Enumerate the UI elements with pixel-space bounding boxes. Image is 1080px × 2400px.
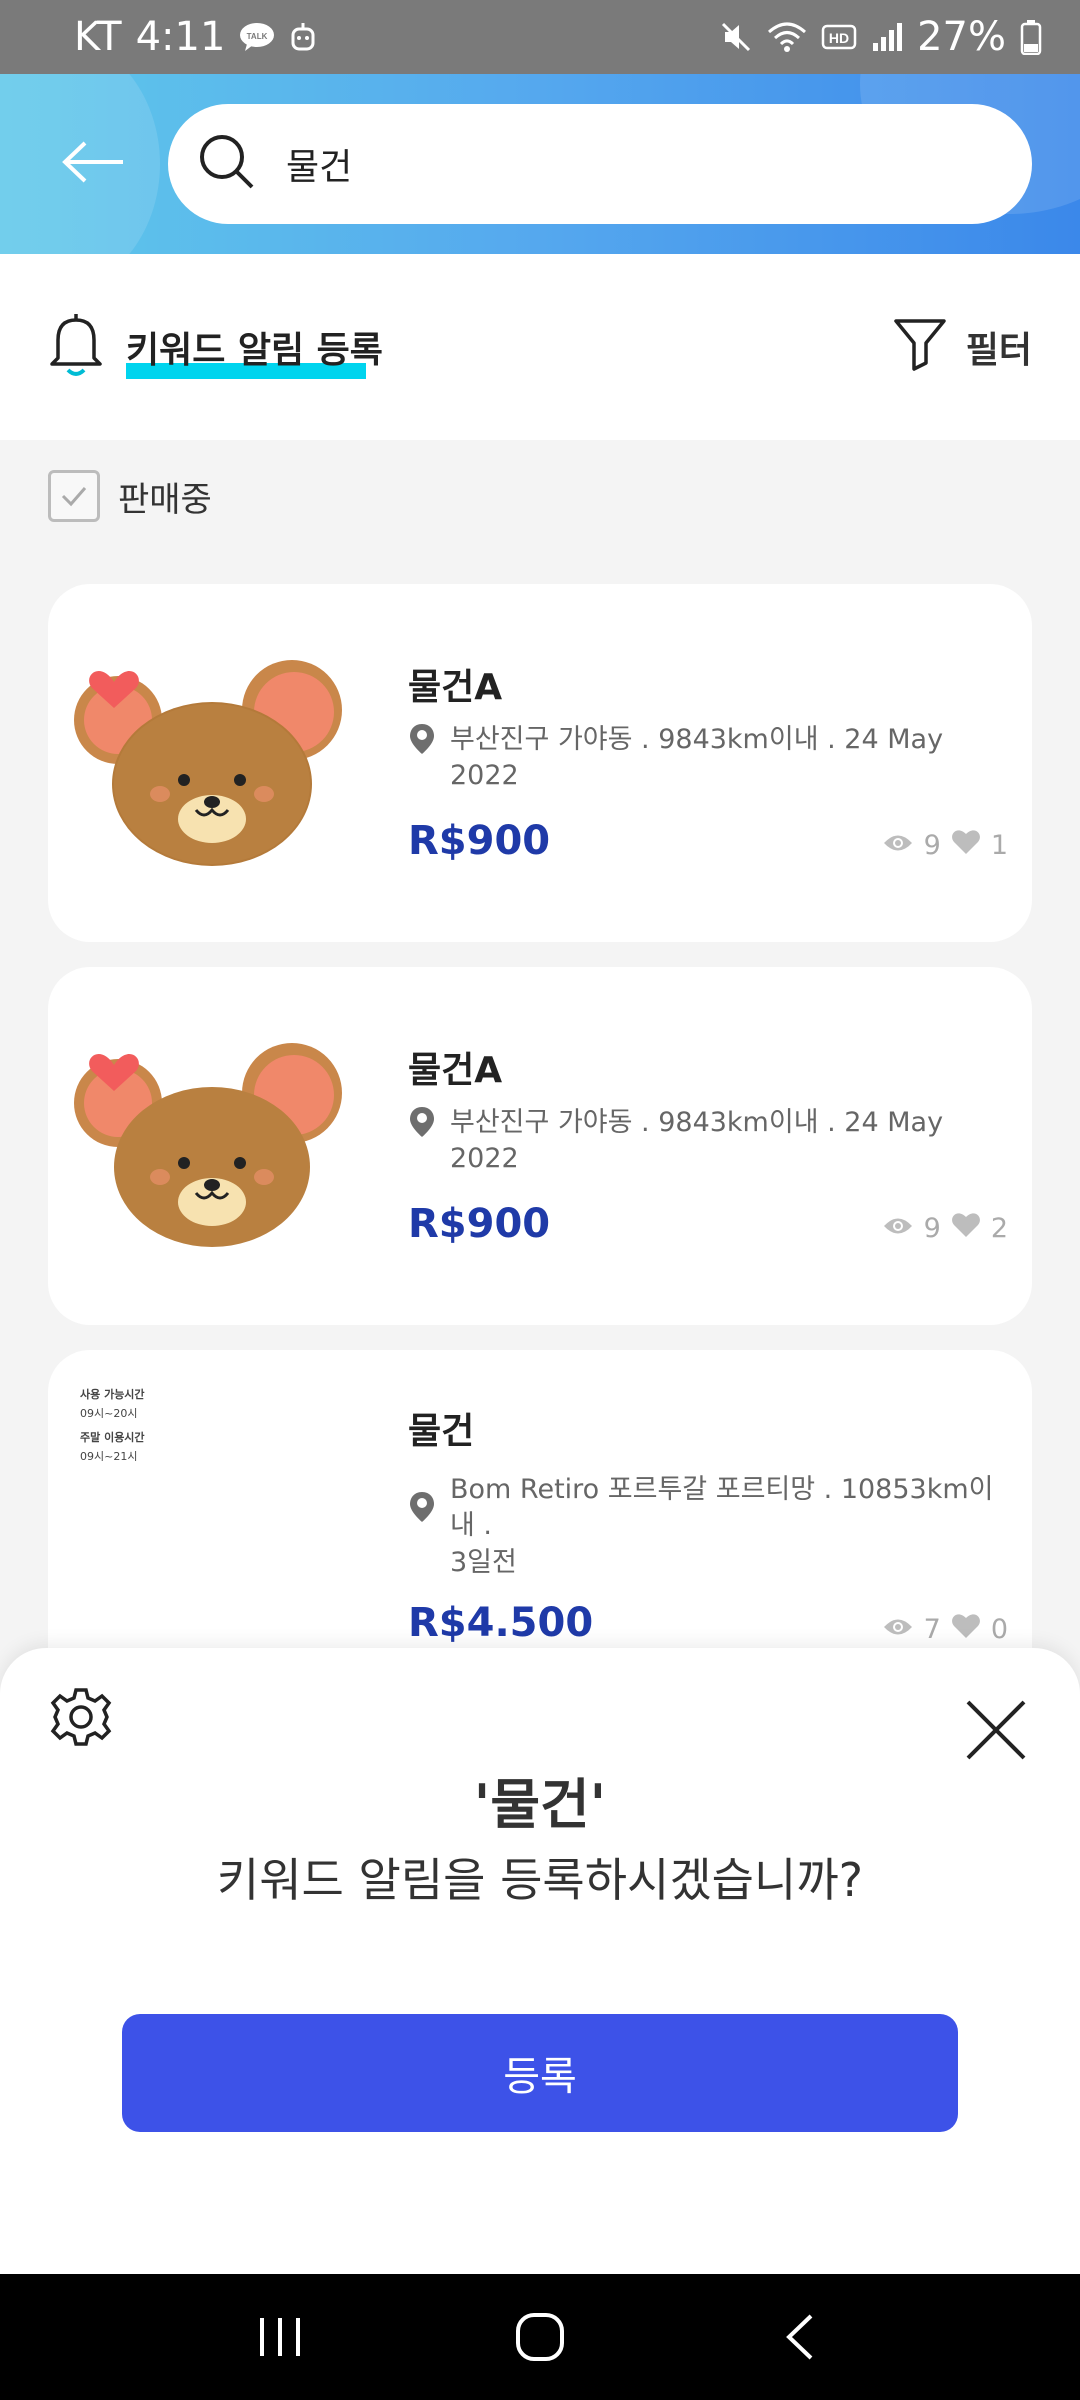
- filter-button[interactable]: 필터: [892, 315, 1032, 380]
- clock-text: 4:11: [135, 14, 226, 60]
- listing-location: Bom Retiro 포르투갈 포르티망 . 10853km이내 . 3일전: [408, 1472, 1008, 1581]
- search-icon: [196, 131, 258, 197]
- heart-icon: [951, 828, 981, 863]
- listing-location-text: 부산진구 가야동 . 9843km이내 . 24 May 2022: [450, 1107, 944, 1175]
- bell-icon[interactable]: [48, 312, 104, 382]
- hd-icon: HD: [821, 22, 857, 52]
- keyword-alert-sheet: '물건' 키워드 알림을 등록하시겠습니까? 등록: [0, 1648, 1080, 2274]
- location-pin-icon: [408, 1490, 436, 1534]
- register-button[interactable]: 등록: [122, 2014, 958, 2132]
- carrier-text: KT: [74, 14, 122, 60]
- listing-location-text: Bom Retiro 포르투갈 포르티망 . 10853km이내 .: [450, 1474, 994, 1542]
- wifi-icon: [767, 20, 807, 54]
- battery-percent: 27%: [917, 14, 1006, 60]
- sheet-keyword: '물건': [473, 1773, 607, 1836]
- on-sale-filter[interactable]: 판매중: [48, 470, 212, 522]
- close-icon: [966, 1700, 1026, 1760]
- check-icon: [61, 487, 87, 507]
- location-pin-icon: [408, 1105, 436, 1149]
- view-count: 9: [923, 1213, 941, 1244]
- battery-icon: [1020, 19, 1042, 55]
- listing-title: 물건A: [408, 1050, 503, 1091]
- signal-icon: [871, 21, 903, 53]
- on-sale-checkbox[interactable]: [48, 470, 100, 522]
- listing-card[interactable]: 물건A 부산진구 가야동 . 9843km이내 . 24 May 2022 R$…: [48, 584, 1032, 942]
- like-count: 1: [990, 830, 1008, 861]
- notice-text: 09시~21시: [80, 1450, 138, 1464]
- heart-icon: [951, 1612, 981, 1647]
- close-button[interactable]: [960, 1694, 1032, 1766]
- arrow-left-icon: [62, 141, 123, 183]
- listing-stats: 9 1: [882, 828, 1008, 863]
- listing-price: R$900: [408, 1201, 551, 1247]
- listing-title: 물건A: [408, 667, 503, 708]
- chevron-left-icon: [786, 2314, 813, 2360]
- keyword-alert-label: 키워드 알림 등록: [126, 330, 383, 371]
- back-nav-button[interactable]: [755, 2302, 845, 2372]
- listing-location: 부산진구 가야동 . 9843km이내 . 24 May 2022: [408, 722, 1008, 795]
- listing-card[interactable]: 물건A 부산진구 가야동 . 9843km이내 . 24 May 2022 R$…: [48, 967, 1032, 1325]
- listing-location-text: 부산진구 가야동 . 9843km이내 . 24 May 2022: [450, 724, 944, 792]
- like-count: 0: [990, 1614, 1008, 1645]
- svg-text:HD: HD: [829, 30, 849, 46]
- gear-icon: [50, 1688, 112, 1746]
- notice-text: 사용 가능시간: [80, 1388, 145, 1401]
- bear-image: [72, 634, 352, 874]
- home-icon: [516, 2313, 564, 2361]
- listing-price: R$900: [408, 818, 551, 864]
- mute-icon: [719, 20, 753, 54]
- notice-image: 사용 가능시간 09시~20시 주말 이용시간 09시~21시: [80, 1386, 280, 1467]
- like-count: 2: [990, 1213, 1008, 1244]
- bear-image: [72, 1017, 352, 1257]
- notice-text: 09시~20시: [80, 1406, 138, 1420]
- eye-icon: [882, 830, 914, 861]
- eye-icon: [882, 1614, 914, 1645]
- eye-icon: [882, 1213, 914, 1244]
- view-count: 7: [923, 1614, 941, 1645]
- settings-button[interactable]: [48, 1684, 114, 1750]
- system-navigation-bar: [0, 2274, 1080, 2400]
- status-bar: KT 4:11 TALK HD 27%: [0, 0, 1080, 74]
- location-pin-icon: [408, 722, 436, 766]
- search-query: 물건: [286, 147, 353, 188]
- filter-icon: [892, 315, 948, 380]
- listing-price: R$4.500: [408, 1600, 594, 1646]
- notice-text: 주말 이용시간: [80, 1431, 145, 1445]
- keyword-alert-button[interactable]: 키워드 알림 등록: [126, 321, 383, 379]
- recent-apps-button[interactable]: [235, 2302, 325, 2372]
- home-button[interactable]: [495, 2302, 585, 2372]
- search-input[interactable]: 물건: [168, 104, 1032, 224]
- back-button[interactable]: [54, 122, 134, 202]
- view-count: 9: [923, 830, 941, 861]
- kakaotalk-icon: TALK: [239, 22, 275, 52]
- recent-apps-icon: [260, 2318, 300, 2356]
- keyword-alert-row: 키워드 알림 등록 필터: [0, 254, 1080, 440]
- search-header: 물건: [0, 74, 1080, 254]
- listing-title: 물건: [408, 1411, 475, 1452]
- listing-date-text: 3일전: [450, 1546, 517, 1578]
- sheet-question: 키워드 알림을 등록하시겠습니까?: [216, 1853, 864, 1907]
- listing-location: 부산진구 가야동 . 9843km이내 . 24 May 2022: [408, 1105, 1008, 1178]
- heart-icon: [951, 1211, 981, 1246]
- listing-stats: 9 2: [882, 1211, 1008, 1246]
- filter-label: 필터: [965, 330, 1032, 371]
- assistant-icon: [289, 21, 317, 53]
- on-sale-label: 판매중: [118, 479, 212, 520]
- svg-text:TALK: TALK: [247, 32, 268, 41]
- listing-stats: 7 0: [882, 1612, 1008, 1647]
